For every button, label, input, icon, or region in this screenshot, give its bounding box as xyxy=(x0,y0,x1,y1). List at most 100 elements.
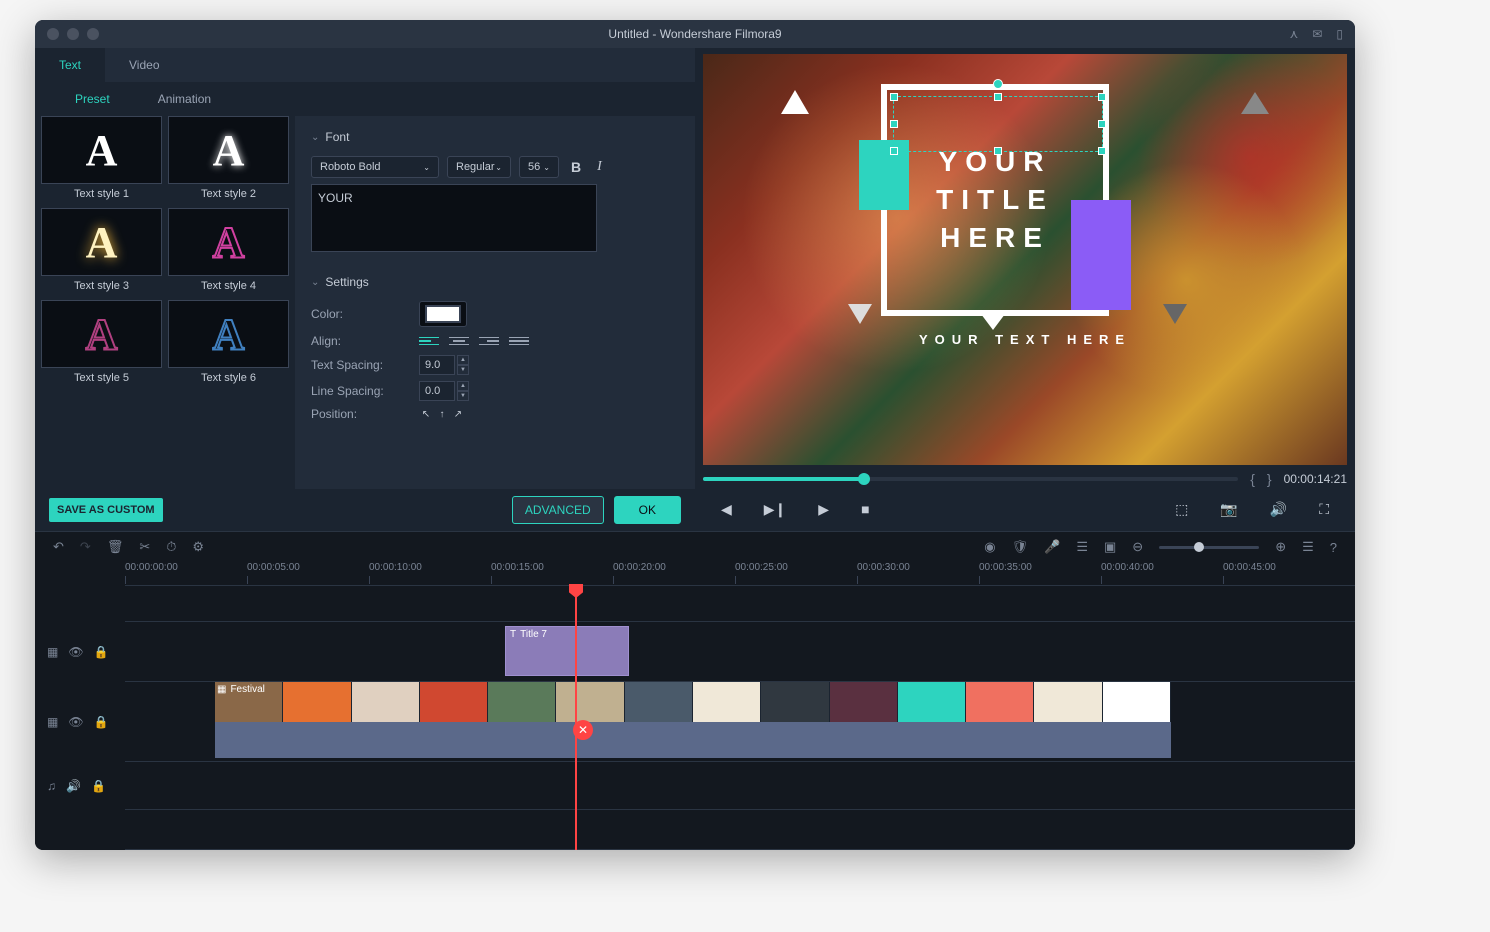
italic-button[interactable]: I xyxy=(593,157,606,177)
redo-button[interactable]: ↷ xyxy=(80,539,91,555)
title-text-input[interactable]: YOUR xyxy=(311,184,597,252)
text-style-4[interactable]: A Text style 4 xyxy=(168,208,289,294)
title-track[interactable]: ▦ 👁 🔒 T Title 7 xyxy=(125,622,1355,682)
text-style-5[interactable]: A Text style 5 xyxy=(41,300,162,386)
panel-tabs: Text Video xyxy=(35,48,695,82)
render-icon[interactable]: ◉ xyxy=(984,539,995,555)
mark-in-icon[interactable]: { xyxy=(1250,471,1255,487)
minimize-window-button[interactable] xyxy=(67,28,79,40)
playhead[interactable] xyxy=(575,586,577,850)
cut-marker[interactable]: ✕ xyxy=(573,720,593,740)
tab-video[interactable]: Video xyxy=(105,48,183,82)
film-icon: ▦ xyxy=(217,684,226,695)
scrub-bar: { } 00:00:14:21 xyxy=(703,465,1347,493)
camera-icon[interactable]: 📷 xyxy=(1216,499,1241,520)
subtab-preset[interactable]: Preset xyxy=(75,92,110,106)
screenshot-icon[interactable]: ⬚ xyxy=(1171,499,1192,520)
mixer-icon[interactable]: ☰ xyxy=(1076,539,1088,555)
resize-handle[interactable] xyxy=(994,93,1002,101)
track-manager-icon[interactable]: ☰ xyxy=(1302,539,1314,555)
clip-thumbnail xyxy=(1103,682,1171,722)
stop-button[interactable]: ■ xyxy=(857,499,873,519)
text-style-1[interactable]: A Text style 1 xyxy=(41,116,162,202)
prev-frame-button[interactable]: ◀ xyxy=(717,499,736,520)
zoom-out-button[interactable]: ⊖ xyxy=(1132,539,1143,555)
delete-button[interactable]: 🗑 xyxy=(107,539,124,555)
resize-handle[interactable] xyxy=(994,147,1002,155)
font-family-select[interactable]: Roboto Bold⌄ xyxy=(311,156,439,178)
help-icon[interactable]: ? xyxy=(1330,540,1337,555)
ruler-tick: 00:00:15:00 xyxy=(491,562,544,573)
scrub-track[interactable] xyxy=(703,477,1238,481)
line-spacing-spinner[interactable]: ▲▼ xyxy=(419,381,469,401)
split-button[interactable]: ✂ xyxy=(139,539,150,555)
mark-out-icon[interactable]: } xyxy=(1267,471,1272,487)
mail-icon[interactable]: ✉ xyxy=(1312,27,1322,41)
scrub-thumb[interactable] xyxy=(858,473,870,485)
ok-button[interactable]: OK xyxy=(614,496,681,524)
text-style-3[interactable]: A Text style 3 xyxy=(41,208,162,294)
text-style-2[interactable]: A Text style 2 xyxy=(168,116,289,202)
resize-handle[interactable] xyxy=(1098,120,1106,128)
font-size-select[interactable]: 56⌄ xyxy=(519,156,559,178)
undo-button[interactable]: ↶ xyxy=(53,539,64,555)
text-style-6[interactable]: A Text style 6 xyxy=(168,300,289,386)
lock-icon[interactable]: 🔒 xyxy=(91,779,106,793)
bold-button[interactable]: B xyxy=(567,157,585,177)
resize-handle[interactable] xyxy=(890,93,898,101)
position-grid[interactable]: ↖↑↗ xyxy=(419,409,465,420)
align-right-button[interactable] xyxy=(479,333,499,349)
marker-icon[interactable]: 🛡 xyxy=(1012,539,1029,555)
rotate-handle[interactable] xyxy=(993,79,1003,89)
music-icon: ♫ xyxy=(47,779,56,793)
zoom-in-button[interactable]: ⊕ xyxy=(1275,539,1286,555)
audio-track[interactable]: ♫ 🔊 🔒 xyxy=(125,762,1355,810)
lock-icon[interactable]: 🔒 xyxy=(94,645,109,659)
tab-text[interactable]: Text xyxy=(35,48,105,82)
font-weight-select[interactable]: Regular⌄ xyxy=(447,156,511,178)
video-track[interactable]: ▦ 👁 🔒 ▦ Festival ✕ xyxy=(125,682,1355,762)
resize-handle[interactable] xyxy=(1098,93,1106,101)
timeline-ruler[interactable]: 00:00:00:0000:00:05:0000:00:10:0000:00:1… xyxy=(125,562,1355,586)
video-clip[interactable] xyxy=(215,682,1171,722)
play-pause-button[interactable]: ▶❙ xyxy=(760,499,791,520)
resize-handle[interactable] xyxy=(1098,147,1106,155)
voiceover-icon[interactable]: 🎤 xyxy=(1044,539,1060,555)
text-spacing-spinner[interactable]: ▲▼ xyxy=(419,355,469,375)
clip-thumbnail xyxy=(830,682,898,722)
align-left-button[interactable] xyxy=(419,333,439,349)
resize-handle[interactable] xyxy=(890,147,898,155)
subtab-animation[interactable]: Animation xyxy=(158,92,211,106)
eye-icon[interactable]: 👁 xyxy=(68,715,83,729)
audio-waveform[interactable] xyxy=(215,722,1171,758)
eye-icon[interactable]: 👁 xyxy=(68,645,83,659)
advanced-button[interactable]: ADVANCED xyxy=(512,496,604,524)
title-clip[interactable]: T Title 7 xyxy=(505,626,629,676)
color-picker[interactable] xyxy=(425,305,461,323)
fullscreen-icon[interactable]: ⛶ xyxy=(1315,499,1333,520)
ruler-tick: 00:00:30:00 xyxy=(857,562,910,573)
settings-section-header[interactable]: ⌄ Settings xyxy=(311,269,679,295)
volume-icon[interactable]: 🔊 xyxy=(1266,499,1291,520)
menu-icon[interactable]: ▯ xyxy=(1336,27,1343,41)
video-clip-label: ▦ Festival xyxy=(217,684,265,695)
text-selection-box[interactable] xyxy=(893,96,1103,152)
text-spacing-label: Text Spacing: xyxy=(311,358,411,372)
play-button[interactable]: ▶ xyxy=(814,499,833,520)
maximize-window-button[interactable] xyxy=(87,28,99,40)
font-section-header[interactable]: ⌄ Font xyxy=(311,124,679,150)
speed-button[interactable]: ⏱ xyxy=(166,539,176,555)
align-justify-button[interactable] xyxy=(509,333,529,349)
close-window-button[interactable] xyxy=(47,28,59,40)
save-as-custom-button[interactable]: SAVE AS CUSTOM xyxy=(49,498,163,522)
user-icon[interactable]: ⋏ xyxy=(1290,27,1299,41)
properties-panel: ⌄ Font Roboto Bold⌄ Regular⌄ 56⌄ B xyxy=(295,116,695,489)
resize-handle[interactable] xyxy=(890,120,898,128)
lock-icon[interactable]: 🔒 xyxy=(94,715,109,729)
adjust-button[interactable]: ⚙ xyxy=(192,539,204,555)
crop-icon[interactable]: ▣ xyxy=(1104,539,1116,555)
video-preview[interactable]: YOUR TITLE HERE YOUR TEXT HERE xyxy=(703,54,1347,465)
speaker-icon[interactable]: 🔊 xyxy=(66,779,81,793)
zoom-slider[interactable] xyxy=(1159,546,1259,549)
align-center-button[interactable] xyxy=(449,333,469,349)
